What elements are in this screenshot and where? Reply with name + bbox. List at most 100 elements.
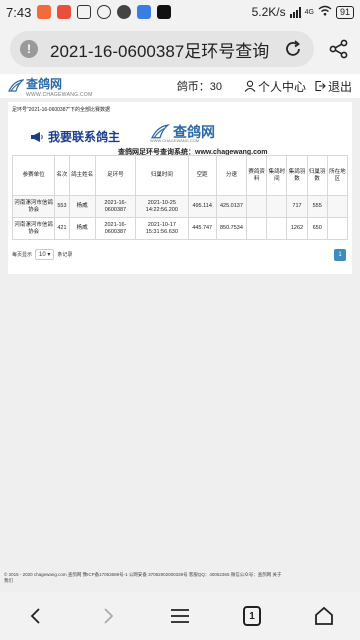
cell-speed: 425.0137 [215, 195, 248, 218]
site-logo[interactable]: 查鸽网 WWW.CHAGEWANG.COM [8, 75, 93, 98]
cell-unit: 河南漯河市信鸽协会 [11, 195, 56, 218]
header-owner[interactable]: 鸽主姓名 [68, 155, 96, 196]
header-pigeon-info[interactable]: 赛鸽资料 [246, 155, 268, 196]
notification-icon-cross [117, 5, 132, 19]
browser-address-bar: ! 2021-16-0600387足环号查询 [0, 24, 360, 74]
cell-region [326, 195, 349, 218]
table-row: 河南漯河市信鸽协会 553 杨威 2021-16-0600387 2021-10… [11, 195, 349, 218]
notification-icon-tiktok [157, 5, 172, 19]
cell-rank: 553 [54, 195, 70, 218]
cell-pigeon-info [246, 195, 268, 218]
url-field[interactable]: ! 2021-16-0600387足环号查询 [10, 31, 314, 67]
user-icon [244, 80, 256, 92]
logo-text: 查鸽网 [26, 76, 63, 91]
footer-line-2[interactable]: 我们 [4, 578, 356, 584]
user-center-label: 个人中心 [257, 79, 306, 94]
header-unit[interactable]: 参赛单位 [11, 155, 56, 196]
chevron-down-icon: ▾ [47, 252, 51, 258]
notification-icon-orange [37, 5, 52, 19]
status-bar: 7:43 5.2K/s 4G 91 [0, 0, 360, 24]
header-region[interactable]: 所在地区 [326, 155, 349, 196]
results-table: 参赛单位 名次 鸽主姓名 足环号 归巢时间 空距 分速 赛鸽资料 集鸽时间 集鸽… [11, 155, 349, 240]
header-speed[interactable]: 分速 [215, 155, 248, 196]
wifi-icon [318, 5, 332, 19]
site-footer: © 2015 - 2020 chagewang.com 查鸽网 豫ICP备170… [0, 572, 360, 592]
net-speed: 5.2K/s [251, 5, 286, 19]
pigeon-logo-icon [8, 79, 24, 92]
megaphone-icon [31, 131, 43, 142]
home-icon [315, 606, 333, 625]
cell-collect-count: 1262 [286, 217, 308, 240]
header-right: 鸽币：30 个人中心 退出 [177, 78, 352, 95]
page-size-prefix: 每页显示 [12, 252, 33, 258]
table-row: 河南漯河市信鸽协会 421 杨威 2021-16-0600387 2021-10… [11, 217, 349, 240]
chevron-right-icon [104, 608, 114, 624]
chevron-left-icon [30, 608, 40, 624]
cell-unit: 河南漯河市信鸽协会 [11, 217, 56, 240]
notification-icon-tv [137, 5, 152, 19]
back-button[interactable] [16, 596, 56, 636]
cell-speed: 850.7534 [215, 217, 248, 240]
cell-pigeon-info [246, 217, 268, 240]
cell-ring: 2021-16-0600387 [94, 195, 137, 218]
header-collect-time[interactable]: 集鸽时间 [266, 155, 288, 196]
site-info-icon[interactable]: ! [20, 40, 38, 58]
logout-label: 退出 [327, 79, 352, 94]
header-ring[interactable]: 足环号 [94, 155, 137, 196]
browser-nav-bar: 1 [0, 592, 360, 640]
cell-region [326, 217, 349, 240]
page-size-suffix: 条记录 [57, 252, 73, 258]
network-type: 4G [304, 8, 314, 16]
home-button[interactable] [304, 596, 344, 636]
notification-icon-gallery [57, 5, 72, 19]
cell-owner: 杨威 [68, 217, 96, 240]
header-rank[interactable]: 名次 [54, 155, 70, 196]
table-header-row: 参赛单位 名次 鸽主姓名 足环号 归巢时间 空距 分速 赛鸽资料 集鸽时间 集鸽… [11, 155, 349, 196]
logo-subtext: WWW.CHAGEWANG.COM [26, 91, 93, 98]
status-time: 7:43 [6, 4, 32, 20]
card-logo-subtext: WWW.CHAGEWANG.COM [150, 138, 200, 143]
cell-return-count: 555 [306, 195, 328, 218]
page-size-control: 每页显示 10 ▾ 条记录 [12, 249, 72, 260]
battery-indicator: 91 [335, 5, 354, 19]
cell-collect-count: 717 [286, 195, 308, 218]
notification-icon-app [77, 5, 92, 19]
cell-ring: 2021-16-0600387 [94, 217, 137, 240]
cell-return-time: 2021-10-25 14:22:56.200 [135, 195, 189, 218]
site-header: 查鸽网 WWW.CHAGEWANG.COM 鸽币：30 个人中心 退出 [0, 74, 360, 98]
cell-collect-time [266, 195, 288, 218]
cell-rank: 421 [54, 217, 70, 240]
status-indicators: 5.2K/s 4G 91 [252, 5, 354, 19]
menu-icon [171, 609, 189, 623]
header-return-count[interactable]: 归巢羽数 [306, 155, 328, 196]
notification-icon-dove [97, 5, 112, 19]
reload-icon[interactable] [282, 38, 304, 60]
tab-count: 1 [243, 606, 261, 626]
user-center-link[interactable]: 个人中心 [244, 78, 306, 95]
logout-icon [315, 80, 326, 92]
menu-button[interactable] [160, 596, 200, 636]
tabs-button[interactable]: 1 [232, 596, 272, 636]
cell-return-count: 650 [306, 217, 328, 240]
contact-owner-link[interactable]: 我要联系鸽主 [30, 128, 120, 145]
cell-collect-time [266, 217, 288, 240]
coin-balance: 鸽币：30 [176, 81, 222, 93]
page-size-select[interactable]: 10 ▾ [35, 249, 55, 260]
signal-icon [289, 6, 301, 18]
contact-owner-label: 我要联系鸽主 [48, 130, 121, 144]
url-text[interactable]: 2021-16-0600387足环号查询 [50, 37, 276, 62]
header-distance[interactable]: 空距 [187, 155, 217, 196]
card-logo: 查鸽网 WWW.CHAGEWANG.COM [150, 122, 215, 143]
cell-owner: 杨威 [68, 195, 96, 218]
cell-return-time: 2021-10-17 15:31:56.630 [135, 217, 189, 240]
cell-distance: 495.114 [187, 195, 217, 218]
forward-button[interactable] [88, 596, 128, 636]
page-size-value: 10 [39, 252, 46, 258]
logout-link[interactable]: 退出 [314, 78, 352, 95]
header-return-time[interactable]: 归巢时间 [135, 155, 189, 196]
cell-distance: 445.747 [187, 217, 217, 240]
header-collect-count[interactable]: 集鸽羽数 [286, 155, 308, 196]
page-button-current[interactable]: 1 [334, 249, 346, 261]
share-icon[interactable] [328, 38, 350, 60]
results-card: 足环号"2021-16-0600387"下的全部比赛数据 我要联系鸽主 查鸽网 … [8, 102, 352, 274]
